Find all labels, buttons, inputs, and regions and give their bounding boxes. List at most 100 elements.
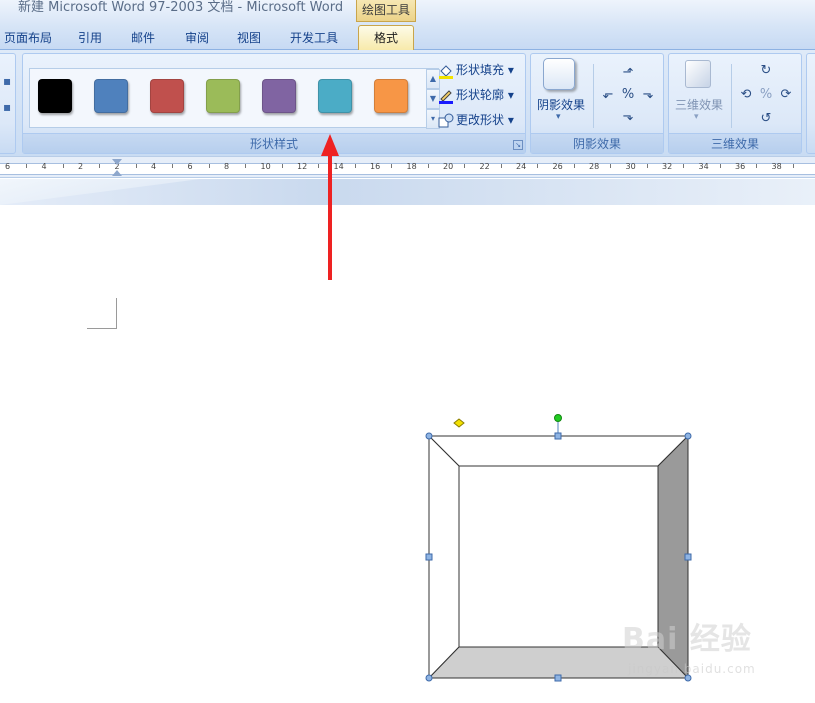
ribbon-group-partial-right <box>806 53 815 154</box>
shape-outline-button[interactable]: 形状轮廓 ▾ <box>438 85 514 105</box>
ruler-tick <box>464 164 465 168</box>
shadow-effects-button[interactable]: 阴影效果 <box>537 96 585 113</box>
watermark-url: jingyan.baidu.com <box>628 662 756 676</box>
ruler-number: 28 <box>589 162 600 171</box>
baidu-watermark: Bai 经验 jingyan.baidu.com <box>622 620 792 680</box>
ruler-number: 4 <box>41 162 47 171</box>
ruler-tick <box>172 164 173 168</box>
ruler-tick <box>26 164 27 168</box>
hanging-indent-marker[interactable] <box>112 170 122 176</box>
ruler-number: 38 <box>771 162 782 171</box>
ruler-tick <box>792 164 794 168</box>
shape-fill-button[interactable]: 形状填充 ▾ <box>438 60 514 80</box>
resize-handle-bottom-left[interactable] <box>425 674 433 682</box>
style-swatch-green[interactable] <box>206 79 240 113</box>
change-shape-button[interactable]: 更改形状 ▾ <box>438 110 514 130</box>
ruler-number: 36 <box>735 162 746 171</box>
page-margin-corner <box>87 328 117 329</box>
ribbon-group-shape-styles: ▲ ▼ ▾ 形状填充 ▾ 形状轮廓 ▾ 更改形状 ▾ 形状样式 ↘ <box>22 53 526 154</box>
nudge-shadow-down-icon[interactable]: ⬎ <box>619 108 637 126</box>
ruler-number: 12 <box>297 162 308 171</box>
first-line-indent-marker[interactable] <box>112 159 122 165</box>
chevron-down-icon: ▾ <box>694 112 699 122</box>
bevel-left-face <box>428 434 460 680</box>
chevron-down-icon: ▾ <box>507 63 514 77</box>
tab-view[interactable]: 视图 <box>233 28 265 50</box>
ruler-tick <box>281 164 283 168</box>
ribbon-group-shadow-effects: 阴影效果 ▾ ⬏ ⬐ % ⬎ ⬎ 阴影效果 <box>530 53 664 154</box>
style-swatch-blue[interactable] <box>94 79 128 113</box>
tab-developer[interactable]: 开发工具 <box>286 28 342 50</box>
nudge-shadow-left-icon[interactable]: ⬐ <box>599 86 617 104</box>
tab-references[interactable]: 引用 <box>74 28 106 50</box>
shape-outline-label: 形状轮廓 <box>456 88 505 102</box>
ruler-tick <box>391 164 392 168</box>
partial-icon: ▪ <box>3 74 12 88</box>
dialog-launcher-icon[interactable]: ↘ <box>513 140 523 150</box>
resize-handle-bottom[interactable] <box>554 674 562 682</box>
ruler-number: 30 <box>625 162 636 171</box>
ruler-tick <box>62 164 64 168</box>
three-d-toggle-icon[interactable]: % <box>757 86 775 104</box>
ruler-tick <box>354 164 356 168</box>
tilt-left-icon[interactable]: ⟲ <box>737 86 755 104</box>
group-label-shadow-effects: 阴影效果 <box>531 133 663 153</box>
ruler-number: 32 <box>662 162 673 171</box>
style-swatch-aqua[interactable] <box>318 79 352 113</box>
resize-handle-left[interactable] <box>425 553 433 561</box>
change-shape-icon <box>438 113 454 129</box>
tilt-right-icon[interactable]: ⟳ <box>777 86 795 104</box>
ruler-number: 18 <box>406 162 417 171</box>
watermark-brand: Bai 经验 <box>622 622 752 657</box>
resize-handle-top-left[interactable] <box>425 432 433 440</box>
style-swatch-red[interactable] <box>150 79 184 113</box>
drawing-tools-context-label: 绘图工具 <box>356 0 416 22</box>
ruler-tick <box>537 164 538 168</box>
ruler-tick <box>135 164 137 168</box>
bevel-top-face <box>427 435 690 467</box>
arrow-head <box>321 134 339 156</box>
ruler-tick <box>719 164 721 168</box>
resize-handle-top-right[interactable] <box>684 432 692 440</box>
ruler-number: 6 <box>5 162 11 171</box>
paint-bucket-icon <box>438 63 454 79</box>
annotation-arrow <box>321 134 339 280</box>
ruler-number: 2 <box>78 162 84 171</box>
adjust-handle[interactable] <box>453 418 465 428</box>
ribbon-group-3d-effects: 三维效果 ▾ ↻ ⟲ % ⟳ ↺ 三维效果 <box>668 53 802 154</box>
ruler-number: 6 <box>187 162 193 171</box>
ribbon-group-partial: ▪ ▪ <box>0 53 16 154</box>
window-title: 新建 Microsoft Word 97-2003 文档 - Microsoft… <box>18 0 344 15</box>
ruler-tick <box>756 164 757 168</box>
nudge-shadow-right-icon[interactable]: ⬎ <box>639 86 657 104</box>
style-swatch-black[interactable] <box>38 79 72 113</box>
ribbon: ▪ ▪ ▲ ▼ ▾ 形状填充 ▾ 形状轮廓 ▾ 更改形状 ▾ 形状样式 ↘ 阴影… <box>0 50 815 156</box>
tilt-up-icon[interactable]: ↻ <box>757 62 775 80</box>
shadow-toggle-icon[interactable]: % <box>619 86 637 104</box>
ruler-number: 24 <box>516 162 527 171</box>
chevron-down-icon: ▾ <box>556 112 561 122</box>
rotate-handle[interactable] <box>554 414 562 422</box>
group-separator <box>593 64 594 128</box>
resize-handle-right[interactable] <box>684 553 692 561</box>
ruler-tick <box>208 164 210 168</box>
ruler-tick <box>427 164 429 168</box>
tab-review[interactable]: 审阅 <box>181 28 213 50</box>
style-swatch-orange[interactable] <box>374 79 408 113</box>
tilt-down-icon[interactable]: ↺ <box>757 110 775 128</box>
chevron-down-icon: ▾ <box>507 113 514 127</box>
horizontal-ruler[interactable]: 6 4 2 2 4 6 8 10 12 14 16 18 20 22 24 26 28 30 32 34 36 38 <box>0 156 815 178</box>
tab-mailings[interactable]: 邮件 <box>127 28 159 50</box>
resize-handle-top[interactable] <box>554 432 562 440</box>
ruler-tick <box>683 164 684 168</box>
ruler-tick <box>610 164 611 168</box>
tab-page-layout[interactable]: 页面布局 <box>0 28 56 50</box>
style-swatch-purple[interactable] <box>262 79 296 113</box>
three-d-effects-button[interactable]: 三维效果 <box>675 96 723 113</box>
ribbon-tab-row: 页面布局 引用 邮件 审阅 视图 开发工具 格式 <box>0 24 815 51</box>
tab-format[interactable]: 格式 <box>358 25 414 51</box>
ruler-tick <box>646 164 648 168</box>
nudge-shadow-up-icon[interactable]: ⬏ <box>619 64 637 82</box>
ruler-number: 26 <box>552 162 563 171</box>
ruler-number: 34 <box>698 162 709 171</box>
